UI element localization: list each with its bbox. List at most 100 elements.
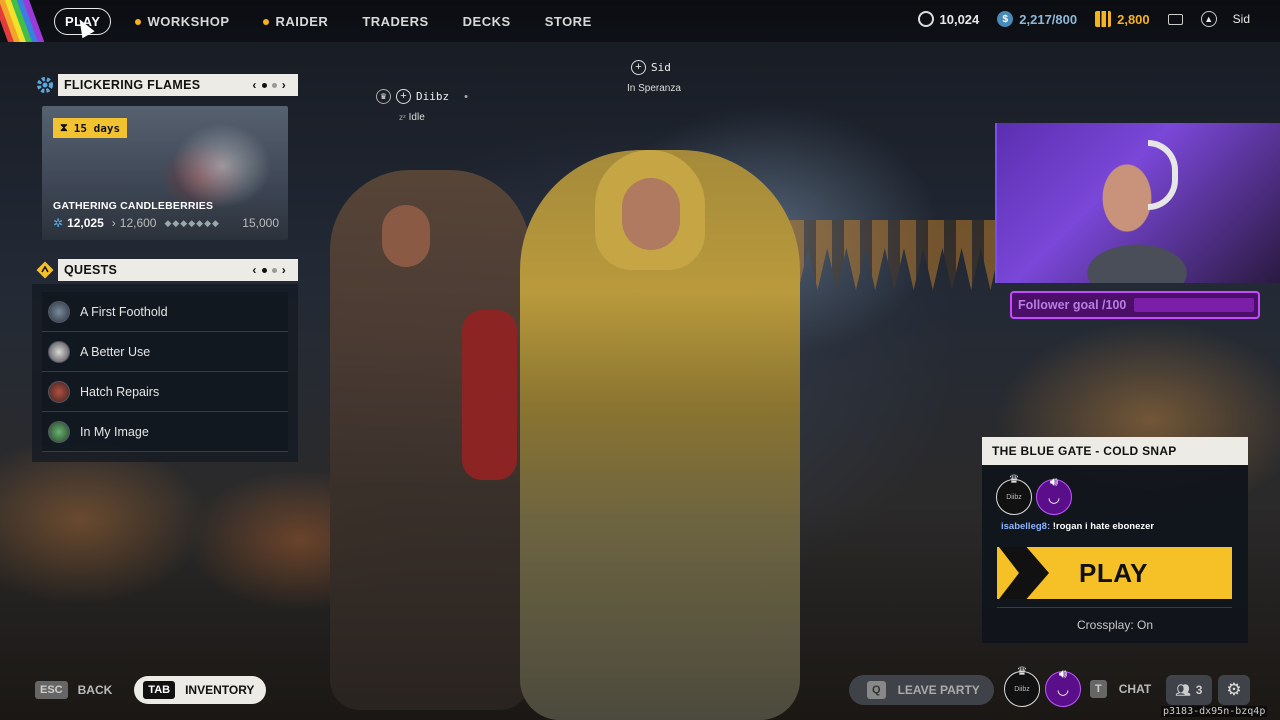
rank-chevron-icon: ▲ xyxy=(1200,11,1217,27)
more-dot-icon: • xyxy=(464,90,468,103)
quest-item[interactable]: In My Image xyxy=(42,412,288,452)
leave-party-label: LEAVE PARTY xyxy=(897,683,980,697)
event-progress-next: 12,600 xyxy=(119,216,157,230)
nav-workshop-label: WORKSHOP xyxy=(147,14,230,29)
event-progress: ✲ 12,025 › 12,600 ◆◆◆◆◆◆◆ 15,000 xyxy=(53,216,279,230)
nav-workshop[interactable]: WORKSHOP xyxy=(125,9,239,34)
quest-item[interactable]: A First Foothold xyxy=(42,292,288,332)
quest-giver-avatar-icon xyxy=(48,380,70,403)
quest-item[interactable]: Hatch Repairs xyxy=(42,372,288,412)
party-member-name: Sid xyxy=(651,61,671,74)
nav-store[interactable]: STORE xyxy=(535,9,602,34)
party-member-name: Diibz xyxy=(416,90,450,103)
character-raider-left-face xyxy=(382,205,430,267)
event-pager: ‹ › xyxy=(252,78,286,92)
quest-giver-avatar-icon xyxy=(48,340,70,363)
main-nav: PLAY WORKSHOP RAIDER TRADERS DECKS STORE xyxy=(54,8,616,35)
rainbow-logo-stripes xyxy=(0,0,44,42)
map-title: THE BLUE GATE - COLD SNAP xyxy=(992,444,1177,458)
chat-label: CHAT xyxy=(1118,682,1152,696)
party-avatar-speaking[interactable]: 🔊︎ ◡ xyxy=(1036,474,1072,515)
crossplay-status[interactable]: Crossplay: On xyxy=(982,618,1248,632)
leave-party-button[interactable]: Q LEAVE PARTY xyxy=(849,675,994,705)
crown-icon: ♛ xyxy=(1008,472,1020,486)
event-card[interactable]: ⧗ 15 days GATHERING CANDLEBERRIES ✲ 12,0… xyxy=(42,106,288,240)
top-navigation-bar: PLAY WORKSHOP RAIDER TRADERS DECKS STORE… xyxy=(0,0,1280,42)
currency-bar: 10,024 $ 2,217/800 2,800 ▲ Sid xyxy=(917,11,1250,27)
quest-item[interactable]: A Better Use xyxy=(42,332,288,372)
event-progress-max: 15,000 xyxy=(242,216,279,230)
nav-decks-label: DECKS xyxy=(462,14,511,29)
party-member-diibz[interactable]: ♛ + Diibz • xyxy=(376,89,468,104)
event-progress-current: 12,025 xyxy=(67,216,104,230)
pager-prev-button[interactable]: ‹ xyxy=(252,263,256,277)
play-chevron-icon xyxy=(999,547,1049,599)
coins-currency: 10,024 xyxy=(917,11,980,27)
coin-icon xyxy=(917,11,934,27)
play-button-label: PLAY xyxy=(1079,557,1148,588)
mail-button[interactable] xyxy=(1167,13,1183,25)
party-avatar-speaking[interactable]: 🔊︎ ◡ xyxy=(1045,666,1081,707)
party-avatar[interactable]: ♛ Diibz xyxy=(1004,664,1040,707)
q-key-hint: Q xyxy=(867,681,886,699)
username-label: Sid xyxy=(1232,12,1250,26)
progress-pips: ◆◆◆◆◆◆◆ xyxy=(164,217,220,228)
party-member-sid[interactable]: + Sid xyxy=(631,60,671,75)
nav-raider-label: RAIDER xyxy=(275,14,329,29)
notification-dot-icon xyxy=(135,18,142,25)
credits-icon: $ xyxy=(997,11,1014,27)
bars-value: 2,800 xyxy=(1117,11,1150,27)
add-friend-icon: + xyxy=(631,60,646,75)
crown-icon: ♛ xyxy=(1016,664,1028,678)
people-icon: 👥︎ xyxy=(1175,683,1191,697)
quests-pager: ‹ › xyxy=(252,263,286,277)
settings-button[interactable]: ⚙ xyxy=(1218,675,1250,705)
pager-next-button[interactable]: › xyxy=(282,78,286,92)
character-raider-left-arm xyxy=(462,310,517,480)
profile-button[interactable]: ▲ Sid xyxy=(1200,11,1250,27)
bottom-left-controls: ESC BACK TAB INVENTORY xyxy=(35,676,267,704)
pager-prev-button[interactable]: ‹ xyxy=(252,78,256,92)
streamer-webcam-overlay xyxy=(995,123,1280,283)
event-name: GATHERING CANDLEBERRIES xyxy=(53,200,214,212)
nav-traders[interactable]: TRADERS xyxy=(352,9,438,34)
gear-icon xyxy=(34,74,56,96)
quest-giver-avatar-icon xyxy=(48,420,70,443)
chat-text: !rogan i hate ebonezer xyxy=(1052,521,1155,532)
coins-value: 10,024 xyxy=(939,11,980,27)
bars-currency: 2,800 xyxy=(1095,11,1150,27)
build-id: p3183-dx95n-bzq4p xyxy=(1161,706,1268,717)
quest-label: A First Foothold xyxy=(80,304,168,319)
event-panel-title: FLICKERING FLAMES xyxy=(64,78,201,92)
follower-goal-widget: Follower goal /100 xyxy=(1010,291,1260,319)
speaker-icon: 🔊︎ xyxy=(1058,666,1068,681)
follower-goal-bar xyxy=(1134,298,1254,312)
chevron-right-icon: › xyxy=(111,216,116,230)
play-button[interactable]: PLAY xyxy=(997,547,1232,599)
nav-traders-label: TRADERS xyxy=(362,14,429,29)
pager-dot xyxy=(271,267,277,273)
party-member-status-label: Idle xyxy=(408,112,425,123)
quest-list: A First Foothold A Better Use Hatch Repa… xyxy=(42,292,288,452)
nav-raider[interactable]: RAIDER xyxy=(253,9,338,34)
pager-dot xyxy=(261,82,267,88)
pager-next-button[interactable]: › xyxy=(282,263,286,277)
chat-username: isabelleg8: xyxy=(1001,521,1051,532)
party-count-button[interactable]: 👥︎ 3 xyxy=(1166,675,1212,705)
credits-value: 2,217/800 xyxy=(1019,11,1078,27)
tab-key-hint: TAB xyxy=(143,681,176,699)
map-title-bar: THE BLUE GATE - COLD SNAP xyxy=(982,437,1248,465)
divider xyxy=(997,607,1232,608)
quest-label: In My Image xyxy=(80,424,149,439)
lobby-card: THE BLUE GATE - COLD SNAP ♛ Diibz 🔊︎ ◡ isa… xyxy=(982,437,1248,643)
days-remaining-label: 15 days xyxy=(73,121,121,135)
chat-button[interactable]: T CHAT xyxy=(1090,680,1151,698)
inventory-button[interactable]: TAB INVENTORY xyxy=(134,676,267,704)
party-avatar[interactable]: ♛ Diibz xyxy=(996,472,1032,515)
back-button[interactable]: ESC BACK xyxy=(35,681,112,699)
credits-currency: $ 2,217/800 xyxy=(997,11,1077,27)
quest-label: Hatch Repairs xyxy=(80,384,160,399)
chat-message: isabelleg8: !rogan i hate ebonezer xyxy=(1001,521,1154,532)
nav-store-label: STORE xyxy=(544,14,592,29)
nav-decks[interactable]: DECKS xyxy=(453,9,521,34)
